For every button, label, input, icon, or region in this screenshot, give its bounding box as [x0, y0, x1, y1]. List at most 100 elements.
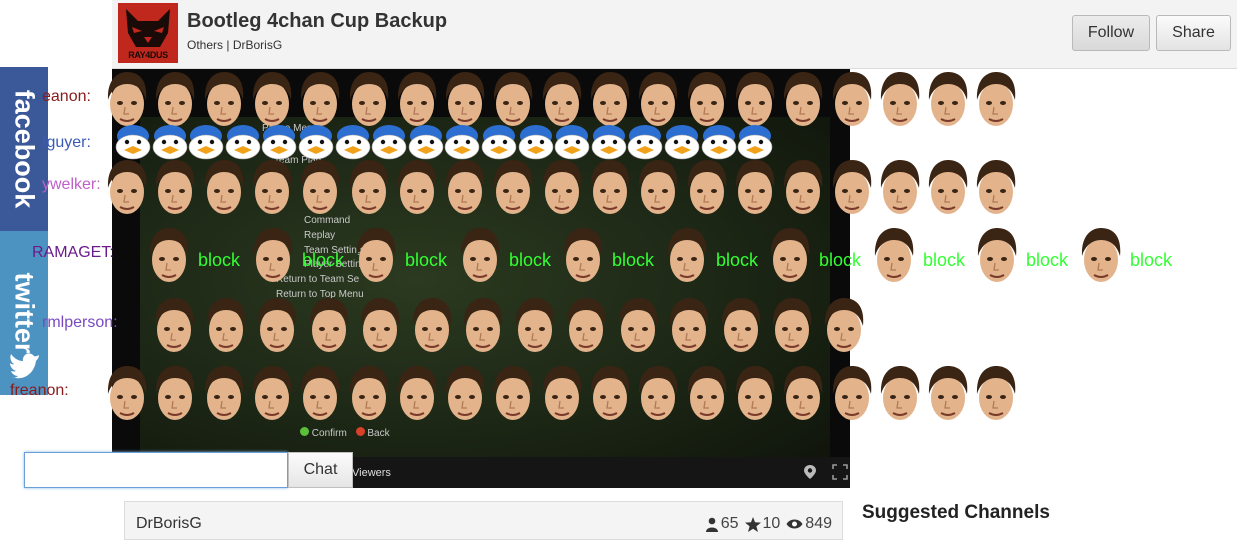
face-emote	[924, 70, 972, 132]
duck-emote	[590, 124, 628, 160]
face-emote	[586, 158, 634, 220]
channel-subtitle: Others | DrBorisG	[187, 38, 282, 52]
channel-title: Bootleg 4chan Cup Backup	[187, 10, 448, 32]
face-emote	[296, 158, 344, 220]
face-emote	[253, 296, 301, 358]
star-icon	[744, 516, 761, 532]
face-emote	[489, 70, 537, 132]
face-emote	[766, 226, 814, 288]
face-emote	[828, 70, 876, 132]
face-emote	[586, 364, 634, 426]
green-button-icon	[300, 427, 309, 436]
duck-emote	[260, 124, 298, 160]
facebook-label: facebook	[9, 89, 40, 209]
face-emote	[489, 364, 537, 426]
page-root: RAY4DUS Bootleg 4chan Cup Backup Others …	[0, 0, 1237, 540]
face-emote	[538, 70, 586, 132]
face-emote	[683, 364, 731, 426]
face-emote	[200, 70, 248, 132]
face-emote	[296, 70, 344, 132]
face-emote	[345, 70, 393, 132]
face-emote	[150, 296, 198, 358]
block-text: block	[509, 250, 552, 270]
face-emote	[441, 70, 489, 132]
face-emote	[103, 158, 151, 220]
face-emote	[356, 296, 404, 358]
follow-button[interactable]: Follow	[1072, 15, 1150, 51]
block-text: block	[716, 250, 759, 270]
duck-emote	[736, 124, 774, 160]
face-emote	[562, 296, 610, 358]
fullscreen-icon[interactable]	[832, 464, 848, 480]
twitter-label: twitter	[9, 272, 40, 354]
owner-link[interactable]: DrBorisG	[233, 38, 282, 52]
favorites-stat: 10	[744, 515, 780, 533]
chat-send-button[interactable]: Chat	[288, 452, 353, 488]
face-emote	[731, 158, 779, 220]
face-emote	[663, 226, 711, 288]
face-emote	[511, 296, 559, 358]
duck-emote	[480, 124, 518, 160]
owner-name[interactable]: DrBorisG	[136, 515, 202, 533]
logo-text: RAY4DUS	[128, 50, 168, 60]
face-emote	[408, 296, 456, 358]
duck-emote	[370, 124, 408, 160]
face-emote	[614, 296, 662, 358]
face-emote	[768, 296, 816, 358]
owner-bar: DrBorisG 65 10 849	[124, 501, 843, 540]
face-emote	[924, 364, 972, 426]
face-emote	[538, 364, 586, 426]
block-text: block	[819, 250, 862, 270]
chat-input[interactable]	[24, 452, 288, 488]
face-emote	[305, 296, 353, 358]
face-emote	[459, 296, 507, 358]
face-emote	[634, 70, 682, 132]
face-emote	[779, 158, 827, 220]
block-text: block	[612, 250, 655, 270]
views-stat: 849	[786, 515, 832, 533]
duck-emote	[443, 124, 481, 160]
face-emote	[200, 158, 248, 220]
suggested-channels-heading: Suggested Channels	[862, 502, 1050, 523]
face-emote	[717, 296, 765, 358]
location-pin-icon[interactable]	[803, 464, 817, 480]
face-emote	[1077, 226, 1125, 288]
confirm-hint: Confirm Back	[300, 427, 390, 439]
chat-username[interactable]: ywelker:	[42, 176, 101, 194]
face-emote	[151, 364, 199, 426]
face-emote	[441, 158, 489, 220]
face-emote	[248, 158, 296, 220]
duck-emote	[700, 124, 738, 160]
channel-logo[interactable]: RAY4DUS	[118, 3, 178, 63]
face-emote	[248, 70, 296, 132]
facebook-share-tab[interactable]: facebook	[0, 67, 48, 231]
subtitle-separator: |	[226, 38, 230, 52]
face-emote	[538, 158, 586, 220]
chat-username[interactable]: RAMAGET:	[32, 244, 114, 262]
duck-emote	[553, 124, 591, 160]
block-text: block	[923, 250, 966, 270]
face-emote	[145, 226, 193, 288]
eye-icon	[786, 519, 803, 529]
followers-stat: 65	[705, 515, 739, 533]
category-link[interactable]: Others	[187, 38, 223, 52]
face-emote	[924, 158, 972, 220]
chat-username[interactable]: tguyer:	[42, 134, 91, 152]
face-emote	[828, 158, 876, 220]
chat-username[interactable]: eanon:	[42, 88, 91, 106]
face-emote	[586, 70, 634, 132]
face-emote	[876, 158, 924, 220]
face-emote	[634, 158, 682, 220]
chat-username[interactable]: freanon:	[10, 382, 69, 400]
face-emote	[559, 226, 607, 288]
face-emote	[249, 226, 297, 288]
face-emote	[103, 70, 151, 132]
duck-emote	[187, 124, 225, 160]
chat-username[interactable]: rmlperson:	[42, 314, 118, 332]
face-emote	[828, 364, 876, 426]
menu-line: Replay	[304, 230, 336, 241]
red-button-icon	[355, 427, 365, 436]
face-emote	[820, 296, 868, 358]
face-emote	[296, 364, 344, 426]
share-button[interactable]: Share	[1156, 15, 1231, 51]
